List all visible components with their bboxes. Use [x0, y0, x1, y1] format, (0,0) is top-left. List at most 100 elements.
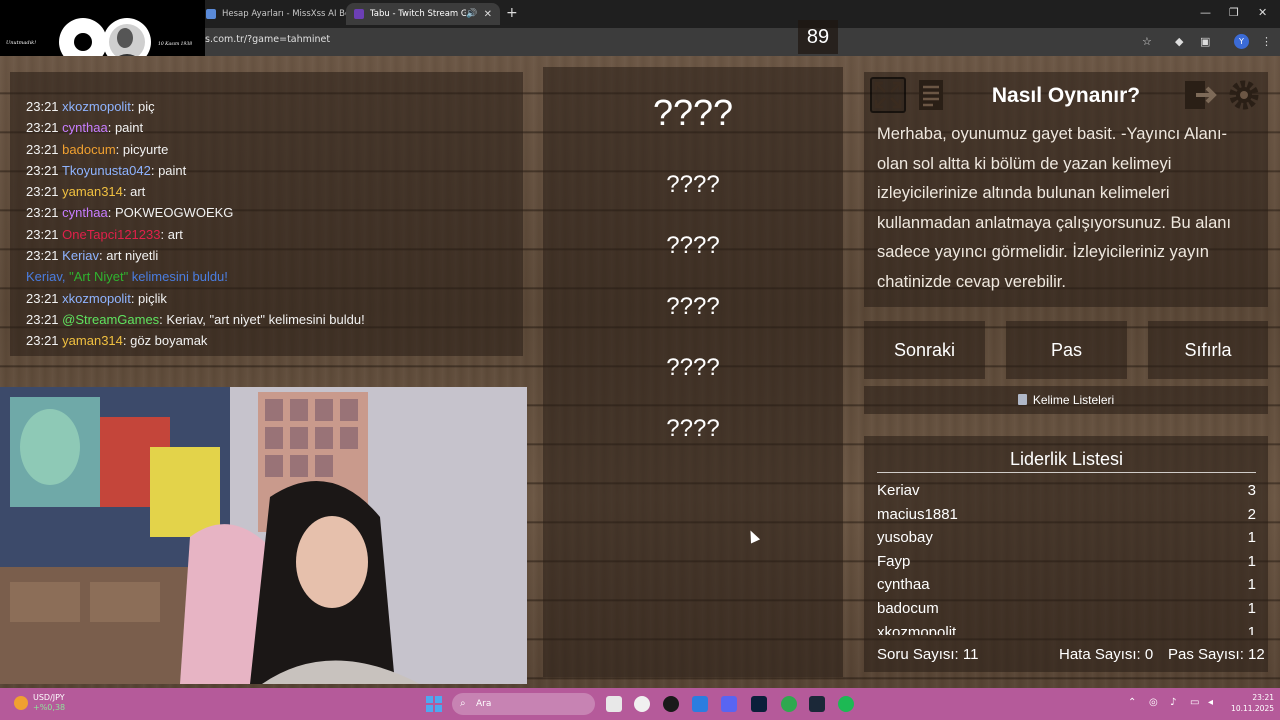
leaderboard-row: Keriav 3	[877, 482, 1256, 506]
search-placeholder: Ara	[476, 699, 492, 709]
chat-username[interactable]: xkozmopolit	[62, 291, 131, 306]
steam-icon[interactable]	[809, 696, 825, 712]
minimize-button[interactable]: —	[1200, 6, 1211, 19]
speaker-icon[interactable]: 🔊	[466, 9, 477, 19]
profile-avatar[interactable]: Y	[1234, 34, 1249, 49]
chat-username[interactable]: Keriav	[62, 248, 99, 263]
chat-message: 23:21 yaman314: art	[26, 184, 365, 205]
forbidden-word: ????	[666, 354, 720, 381]
url-field[interactable]: s.com.tr/?game=tahminet	[205, 34, 330, 45]
chat-time: 23:21	[26, 311, 59, 327]
clock-date: 10.11.2025	[1231, 704, 1274, 713]
discord-icon[interactable]	[721, 696, 737, 712]
chat-message: 23:21 cynthaa: POKWEOGWOEKG	[26, 205, 365, 226]
weather-widget-icon[interactable]	[12, 694, 30, 712]
chat-text: : piçlik	[130, 290, 167, 306]
forbidden-word: ????	[666, 293, 720, 320]
player-name: Keriav	[877, 482, 920, 499]
taskbar: USD/JPY +%0,38 ⌕ Ara ⌃ ◎ ♪ ▭ ◂ 23:21 10.…	[0, 688, 1280, 720]
notebook-icon	[1017, 394, 1027, 405]
fullscreen-icon[interactable]	[870, 77, 906, 113]
chat-time: 23:21	[26, 248, 59, 264]
chat-text: : göz boyamak	[122, 333, 208, 349]
spotify-icon[interactable]	[838, 696, 854, 712]
memorial-left-text: Unutmadık!	[6, 40, 37, 46]
pass-button[interactable]: Pas	[1006, 321, 1127, 379]
search-icon: ⌕	[460, 698, 466, 709]
chat-time: 23:21	[26, 290, 59, 306]
chat-message: 23:21 Keriav: art niyetli	[26, 248, 365, 269]
chat-username[interactable]: yaman314	[62, 333, 123, 348]
player-score: 1	[1247, 599, 1256, 617]
chat-time: 23:21	[26, 184, 59, 200]
system-highlight: "Art Niyet"	[69, 269, 129, 285]
chat-message: 23:21 xkozmopolit: piçlik	[26, 291, 365, 312]
obs-icon[interactable]	[663, 696, 679, 712]
tab-hesap-ayarlari[interactable]: Hesap Ayarları - MissXss AI Bot	[198, 3, 354, 25]
taskbar-search[interactable]: ⌕ Ara	[452, 693, 595, 715]
chrome-icon[interactable]	[781, 696, 797, 712]
chat-username[interactable]: OneTapci121233	[62, 227, 160, 242]
player-score: 1	[1247, 576, 1256, 594]
leaderboard-row: cynthaa 1	[877, 576, 1256, 600]
webcam-feed	[0, 387, 527, 684]
puzzle-icon[interactable]: ▣	[1200, 35, 1210, 48]
chat-text: : Keriav, "art niyet" kelimesini buldu!	[159, 311, 365, 327]
chat-text: : paint	[107, 120, 144, 136]
clock[interactable]: 23:21 10.11.2025	[1226, 692, 1274, 714]
exit-icon[interactable]	[1182, 77, 1218, 113]
next-button[interactable]: Sonraki	[864, 321, 985, 379]
close-window-button[interactable]: ✕	[1258, 6, 1267, 19]
chat-username[interactable]: @StreamGames	[62, 312, 159, 327]
chat-time: 23:21	[26, 226, 59, 242]
chat-text: : POKWEOGWOEKG	[107, 205, 234, 221]
tab-label: Hesap Ayarları - MissXss AI Bot	[222, 9, 354, 19]
extension-icon[interactable]: ◆	[1175, 35, 1183, 48]
chat-text: : art	[160, 226, 183, 242]
chat-message: 23:21 badocum: picyurte	[26, 142, 365, 163]
error-count: Hata Sayısı: 0	[1059, 646, 1154, 663]
word-lists-button[interactable]: Kelime Listeleri	[864, 386, 1268, 414]
stock-ticker[interactable]: USD/JPY +%0,38	[33, 693, 65, 713]
tab-favicon	[354, 9, 364, 19]
player-name: yusobay	[877, 529, 933, 547]
ticker-change: +%0,38	[33, 703, 66, 712]
chat-username[interactable]: yaman314	[62, 184, 123, 199]
howto-text: Merhaba, oyunumuz gayet basit. -Yayıncı …	[877, 125, 1232, 291]
restore-button[interactable]: ❐	[1229, 6, 1239, 19]
tray-chevron-icon[interactable]: ⌃	[1128, 697, 1136, 708]
leaderboard-title: Liderlik Listesi	[1009, 449, 1124, 469]
chat-username[interactable]: cynthaa	[62, 205, 108, 220]
network-icon[interactable]: ▭	[1190, 697, 1199, 708]
steam-big-picture-icon[interactable]	[634, 696, 650, 712]
clock-time: 23:21	[1252, 693, 1274, 702]
chat-text: : picyurte	[115, 141, 169, 157]
close-tab-icon[interactable]: ✕	[484, 9, 492, 20]
windows-start-icon[interactable]	[426, 696, 442, 712]
chat-message: 23:21 xkozmopolit: piç	[26, 99, 365, 120]
app-icon[interactable]	[692, 696, 708, 712]
player-name: Fayp	[877, 552, 911, 570]
chat-username[interactable]: xkozmopolit	[62, 99, 131, 114]
chat-text: : art niyetli	[99, 248, 159, 264]
chat-username[interactable]: cynthaa	[62, 120, 108, 135]
reset-button[interactable]: Sıfırla	[1148, 321, 1268, 379]
chat-username[interactable]: badocum	[62, 142, 115, 157]
volume-icon[interactable]: ◂	[1208, 697, 1213, 708]
microphone-icon[interactable]: ♪	[1170, 697, 1176, 708]
player-name: cynthaa	[877, 576, 930, 594]
tab-tabu[interactable]: Tabu - Twitch Stream Game 🔊 ✕	[346, 3, 500, 25]
leaderboard-row: xkozmopolit 1	[877, 624, 1256, 635]
chat-username[interactable]: Tkoyunusta042	[62, 163, 151, 178]
tray-app-icon[interactable]: ◎	[1149, 697, 1158, 708]
player-score: 1	[1247, 623, 1256, 635]
file-explorer-icon[interactable]	[606, 696, 622, 712]
document-icon[interactable]	[913, 77, 949, 113]
new-tab-button[interactable]: +	[506, 5, 518, 21]
chat-message: 23:21 Tkoyunusta042: paint	[26, 163, 365, 184]
bookmark-star-icon[interactable]: ☆	[1142, 35, 1152, 48]
gear-icon[interactable]	[1226, 77, 1262, 113]
photoshop-icon[interactable]	[751, 696, 767, 712]
menu-icon[interactable]: ⋮	[1261, 35, 1272, 48]
leaderboard-divider	[877, 472, 1256, 473]
